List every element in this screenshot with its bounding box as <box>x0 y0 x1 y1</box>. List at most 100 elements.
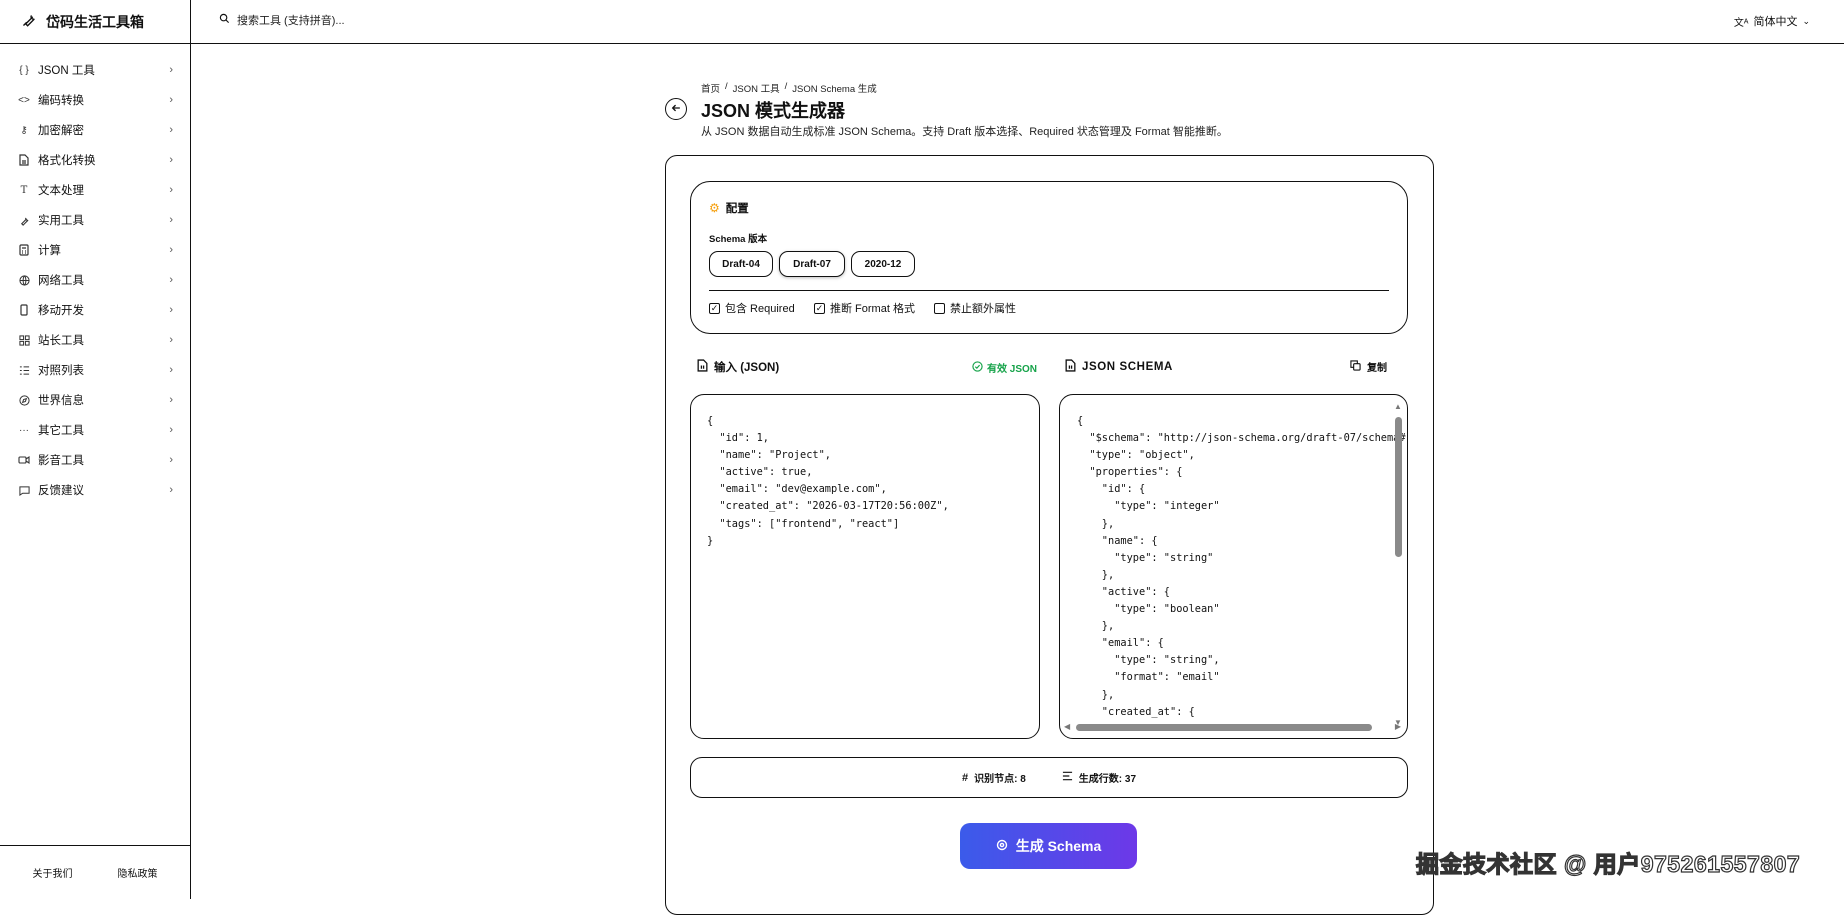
chevron-right-icon: › <box>169 124 173 136</box>
sidebar-item-label: 站长工具 <box>38 335 84 347</box>
scroll-left-icon[interactable]: ◀ <box>1064 722 1070 731</box>
search-input[interactable]: 搜索工具 (支持拼音)... <box>219 12 345 28</box>
language-label: 简体中文 <box>1753 16 1798 28</box>
chevron-right-icon: › <box>169 394 173 406</box>
sidebar-item-media[interactable]: 影音工具 › <box>18 450 173 470</box>
about-link[interactable]: 关于我们 <box>33 865 73 880</box>
search-placeholder: 搜索工具 (支持拼音)... <box>237 15 345 27</box>
version-2020-12-button[interactable]: 2020-12 <box>851 251 915 277</box>
chevron-right-icon: › <box>169 454 173 466</box>
sidebar-item-feedback[interactable]: 反馈建议 › <box>18 480 173 500</box>
sidebar-item-other[interactable]: ··· 其它工具 › <box>18 420 173 440</box>
chevron-right-icon: › <box>169 424 173 436</box>
sidebar-item-utilities[interactable]: 实用工具 › <box>18 210 173 230</box>
sidebar-item-label: 对照列表 <box>38 365 84 377</box>
checkbox-label: 禁止额外属性 <box>950 303 1016 315</box>
chevron-right-icon: › <box>169 244 173 256</box>
generate-button-label: 生成 Schema <box>1015 838 1102 854</box>
sidebar-item-webmaster[interactable]: 站长工具 › <box>18 330 173 350</box>
code-icon: <> <box>18 94 30 106</box>
watermark: 掘金技术社区 @ 用户975261557807 <box>1415 850 1801 877</box>
checkbox-label: 推断 Format 格式 <box>830 303 915 315</box>
valid-json-label: 有效 JSON <box>987 364 1038 375</box>
breadcrumb-separator: / <box>784 81 788 92</box>
sidebar-item-encoding[interactable]: <> 编码转换 › <box>18 90 173 110</box>
config-panel: ⚙ 配置 Schema 版本 Draft-04 Draft-07 2020-12… <box>690 181 1408 334</box>
copy-icon <box>1350 359 1361 374</box>
app-logo[interactable]: 岱码生活工具箱 <box>0 0 191 44</box>
app-title: 岱码生活工具箱 <box>46 13 144 30</box>
search-icon <box>219 13 230 27</box>
privacy-link[interactable]: 隐私政策 <box>118 865 158 880</box>
back-button[interactable] <box>665 98 687 120</box>
sidebar-item-network[interactable]: 网络工具 › <box>18 270 173 290</box>
sidebar-item-label: 网络工具 <box>38 275 84 287</box>
input-title: 输入 (JSON) <box>714 362 780 374</box>
breadcrumb-current: JSON Schema 生成 <box>792 84 877 95</box>
version-draft-04-button[interactable]: Draft-04 <box>709 251 773 277</box>
node-count-label: 识别节点: 8 <box>974 774 1026 785</box>
config-title: 配置 <box>725 203 749 215</box>
sidebar-item-mobile[interactable]: 移动开发 › <box>18 300 173 320</box>
sidebar-footer: 关于我们 隐私政策 <box>0 845 190 899</box>
calculator-icon <box>18 244 30 256</box>
copy-button[interactable]: 复制 <box>1350 359 1387 374</box>
checkbox-unchecked-icon <box>934 302 945 314</box>
scroll-right-icon[interactable]: ▶ <box>1395 722 1401 731</box>
checkbox-label: 包含 Required <box>725 303 795 315</box>
language-selector[interactable]: 文ᴬ 简体中文 ⌄ <box>1734 13 1810 29</box>
sidebar-item-json[interactable]: { } JSON 工具 › <box>18 60 173 80</box>
chevron-right-icon: › <box>169 484 173 496</box>
infer-format-checkbox[interactable]: ✓ 推断 Format 格式 <box>814 300 915 316</box>
page-description: 从 JSON 数据自动生成标准 JSON Schema。支持 Draft 版本选… <box>701 126 1228 138</box>
grid-icon <box>18 334 30 346</box>
sidebar-item-label: 文本处理 <box>38 185 84 197</box>
sidebar-item-reference[interactable]: 对照列表 › <box>18 360 173 380</box>
checkbox-checked-icon: ✓ <box>814 302 825 314</box>
sidebar-item-calculate[interactable]: 计算 › <box>18 240 173 260</box>
config-header: ⚙ 配置 <box>709 200 749 216</box>
hash-icon: # <box>961 771 969 784</box>
breadcrumb-category[interactable]: JSON 工具 <box>733 81 780 95</box>
breadcrumb-separator: / <box>725 81 728 92</box>
schema-version-label: Schema 版本 <box>709 234 768 245</box>
include-required-checkbox[interactable]: ✓ 包含 Required <box>709 300 795 316</box>
generate-schema-button[interactable]: 生成 Schema <box>960 823 1137 869</box>
json-file-icon <box>697 359 708 375</box>
check-circle-icon <box>972 360 983 375</box>
globe-icon <box>18 274 30 286</box>
sidebar-item-format[interactable]: 格式化转换 › <box>18 150 173 170</box>
chevron-right-icon: › <box>169 274 173 286</box>
sidebar-item-crypto[interactable]: ⚷ 加密解密 › <box>18 120 173 140</box>
json-schema-code: { "$schema": "http://json-schema.org/dra… <box>1077 415 1408 718</box>
gear-icon: ⚙ <box>709 201 720 215</box>
sidebar-item-label: 反馈建议 <box>38 485 84 497</box>
horizontal-scrollbar[interactable]: ◀ ▶ <box>1064 722 1401 732</box>
sidebar-item-text[interactable]: T 文本处理 › <box>18 180 173 200</box>
wrench-icon <box>18 214 30 226</box>
vertical-scrollbar[interactable]: ▲ ▼ <box>1393 402 1403 727</box>
sidebar-item-label: 格式化转换 <box>38 155 96 167</box>
json-input-code[interactable]: { "id": 1, "name": "Project", "active": … <box>691 395 1039 550</box>
json-schema-output[interactable]: { "$schema": "http://json-schema.org/dra… <box>1059 394 1408 739</box>
json-input-editor[interactable]: { "id": 1, "name": "Project", "active": … <box>690 394 1040 739</box>
message-icon <box>18 484 30 496</box>
sidebar-item-label: 世界信息 <box>38 395 84 407</box>
horizontal-scroll-thumb[interactable] <box>1076 724 1372 731</box>
stats-bar: # 识别节点: 8 生成行数: 37 <box>690 757 1408 798</box>
version-draft-07-button[interactable]: Draft-07 <box>779 251 845 277</box>
sidebar-item-label: 影音工具 <box>38 455 84 467</box>
more-icon: ··· <box>19 424 29 436</box>
scroll-up-icon[interactable]: ▲ <box>1394 402 1402 411</box>
valid-json-status: 有效 JSON <box>972 360 1037 375</box>
breadcrumb-home[interactable]: 首页 <box>701 81 720 95</box>
phone-icon <box>18 304 30 316</box>
chevron-right-icon: › <box>169 154 173 166</box>
arrow-left-icon <box>671 100 681 118</box>
translate-icon: 文ᴬ <box>1733 17 1749 29</box>
disallow-additional-checkbox[interactable]: 禁止额外属性 <box>934 300 1016 316</box>
output-panel-header: JSON SCHEMA <box>1065 359 1173 375</box>
sidebar-item-world[interactable]: 世界信息 › <box>18 390 173 410</box>
chevron-down-icon: ⌄ <box>1802 15 1810 26</box>
vertical-scroll-thumb[interactable] <box>1395 417 1402 557</box>
